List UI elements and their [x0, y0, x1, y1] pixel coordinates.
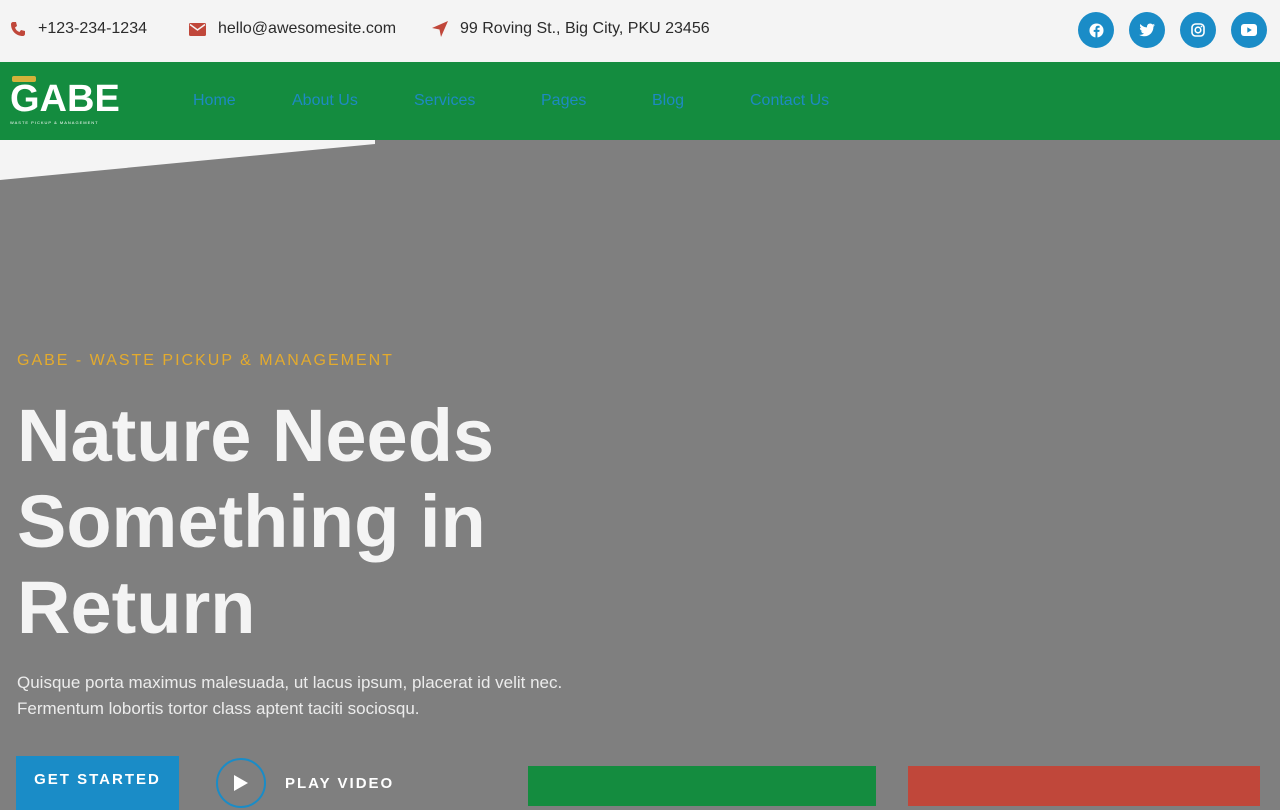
play-video-link[interactable]: PLAY VIDEO	[285, 775, 394, 792]
feature-card-red	[908, 766, 1260, 806]
hero-title-line-3: Return	[17, 566, 256, 649]
facebook-button[interactable]	[1078, 12, 1114, 48]
decorative-wedge	[0, 140, 375, 180]
twitter-button[interactable]	[1129, 12, 1165, 48]
logo-name: GABE	[10, 78, 120, 120]
hero-description-line-1: Quisque porta maximus malesuada, ut lacu…	[17, 673, 563, 692]
contact-address[interactable]: 99 Roving St., Big City, PKU 23456	[432, 20, 710, 38]
phone-text: +123-234-1234	[38, 20, 147, 37]
main-navigation: GABE WASTE PICKUP & MANAGEMENT Home Abou…	[0, 62, 1280, 140]
contact-email[interactable]: hello@awesomesite.com	[189, 20, 396, 38]
youtube-button[interactable]	[1231, 12, 1267, 48]
logo-tagline: WASTE PICKUP & MANAGEMENT	[10, 120, 99, 125]
nav-about-us[interactable]: About Us	[292, 92, 358, 110]
get-started-button[interactable]: GET STARTED	[16, 756, 179, 810]
email-text: hello@awesomesite.com	[218, 20, 397, 37]
nav-blog[interactable]: Blog	[652, 92, 684, 110]
play-video-button[interactable]	[216, 758, 266, 808]
social-links	[1078, 12, 1267, 48]
nav-pages[interactable]: Pages	[541, 92, 586, 110]
instagram-button[interactable]	[1180, 12, 1216, 48]
top-bar: +123-234-1234 hello@awesomesite.com 99 R…	[0, 0, 1280, 62]
nav-contact-us[interactable]: Contact Us	[750, 92, 829, 110]
youtube-icon	[1241, 24, 1257, 36]
play-icon	[234, 775, 248, 791]
twitter-icon	[1139, 23, 1155, 37]
contact-phone[interactable]: +123-234-1234	[10, 20, 147, 38]
nav-home[interactable]: Home	[193, 92, 236, 110]
hero-title: Nature Needs Something in Return	[17, 393, 637, 651]
hero-title-line-2: Something in	[17, 480, 486, 563]
instagram-icon	[1191, 23, 1205, 37]
hero-eyebrow: GABE - WASTE PICKUP & MANAGEMENT	[17, 352, 394, 369]
envelope-icon	[189, 22, 206, 36]
facebook-icon	[1088, 22, 1104, 38]
hero-description: Quisque porta maximus malesuada, ut lacu…	[17, 670, 617, 722]
site-logo[interactable]: GABE WASTE PICKUP & MANAGEMENT	[10, 76, 122, 126]
phone-icon	[11, 22, 25, 36]
location-arrow-icon	[432, 21, 448, 37]
feature-card-green	[528, 766, 876, 806]
address-text: 99 Roving St., Big City, PKU 23456	[460, 20, 710, 37]
hero-title-line-1: Nature Needs	[17, 394, 495, 477]
hero-description-line-2: Fermentum lobortis tortor class aptent t…	[17, 699, 420, 718]
nav-services[interactable]: Services	[414, 92, 475, 110]
